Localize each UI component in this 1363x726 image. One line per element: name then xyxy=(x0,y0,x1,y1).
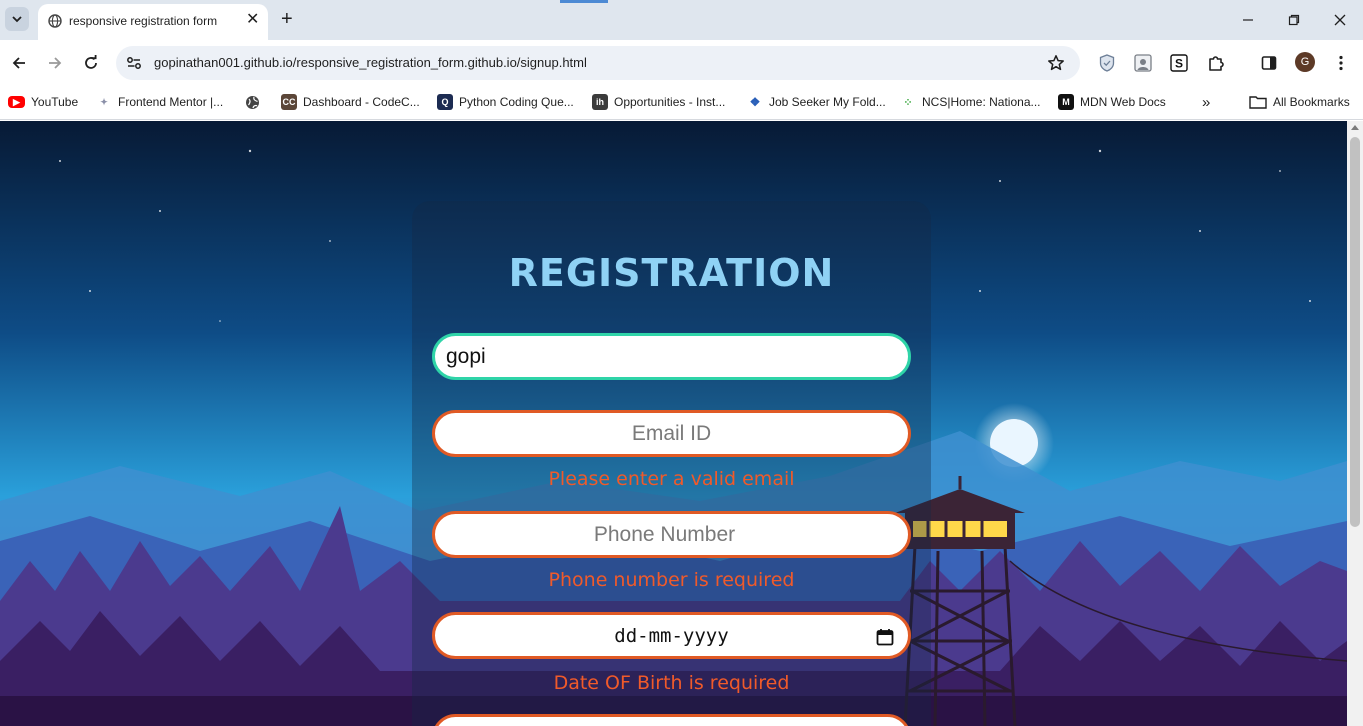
bookmark-label: YouTube xyxy=(31,95,79,109)
new-tab-button[interactable]: + xyxy=(281,8,293,30)
forward-button[interactable] xyxy=(43,51,67,75)
side-panel-icon xyxy=(1261,56,1277,70)
frontend-mentor-icon: ✦ xyxy=(100,96,108,107)
all-bookmarks-label: All Bookmarks xyxy=(1273,95,1350,109)
folder-icon xyxy=(1249,96,1267,109)
registration-heading: REGISTRATION xyxy=(508,251,835,295)
shield-icon xyxy=(1099,54,1115,72)
codechef-icon: CC xyxy=(281,94,297,110)
s-extension-icon: S xyxy=(1170,54,1188,72)
extension-shield-button[interactable] xyxy=(1096,52,1118,74)
date-placeholder: dd-mm-yyyy xyxy=(614,624,729,647)
mdn-icon: M xyxy=(1058,94,1074,110)
restore-button[interactable] xyxy=(1282,8,1306,32)
bookmarks-bar: ▶ YouTube ✦ Frontend Mentor |... CC Dash… xyxy=(0,86,1363,120)
bookmark-codechef[interactable]: CC Dashboard - CodeC... xyxy=(281,93,420,111)
bookmark-internshala[interactable]: ih Opportunities - Inst... xyxy=(592,93,725,111)
ncs-icon: ⁘ xyxy=(903,96,913,109)
arrow-left-icon xyxy=(12,57,25,69)
svg-text:S: S xyxy=(1175,57,1183,71)
active-tab[interactable]: responsive registration form ✕ xyxy=(38,4,268,40)
tab-title: responsive registration form xyxy=(69,14,218,28)
phone-input[interactable]: Phone Number xyxy=(432,511,911,558)
email-error-message: Please enter a valid email xyxy=(548,468,795,490)
scrollbar-thumb[interactable] xyxy=(1350,137,1360,527)
bookmark-label: Frontend Mentor |... xyxy=(118,95,224,109)
page-scrollbar[interactable] xyxy=(1347,121,1363,726)
internshala-icon: ih xyxy=(592,94,608,110)
tab-accent-line xyxy=(560,0,608,3)
bookmark-globe[interactable] xyxy=(245,93,260,111)
close-tab-icon[interactable]: ✕ xyxy=(246,11,259,29)
extension-s-button[interactable]: S xyxy=(1168,52,1190,74)
bookmark-frontend-mentor[interactable]: ✦ Frontend Mentor |... xyxy=(96,93,223,111)
scroll-up-arrow-icon[interactable] xyxy=(1351,125,1359,130)
date-of-birth-input[interactable]: dd-mm-yyyy xyxy=(432,612,911,659)
email-input[interactable]: Email ID xyxy=(432,410,911,457)
bookmark-mdn[interactable]: M MDN Web Docs xyxy=(1058,93,1166,111)
python-coding-icon: Q xyxy=(437,94,453,110)
name-input[interactable]: gopi xyxy=(432,333,911,380)
side-panel-button[interactable] xyxy=(1258,52,1280,74)
browser-toolbar: gopinathan001.github.io/responsive_regis… xyxy=(0,40,1363,86)
bookmark-job-seeker[interactable]: ❖ Job Seeker My Fold... xyxy=(747,93,886,111)
reload-icon xyxy=(85,55,97,69)
extension-photo-button[interactable] xyxy=(1132,52,1154,74)
arrow-right-icon xyxy=(49,57,62,69)
minimize-icon xyxy=(1243,19,1253,21)
phone-error-message: Phone number is required xyxy=(548,569,795,591)
job-seeker-icon: ❖ xyxy=(749,95,761,109)
close-window-button[interactable] xyxy=(1328,8,1352,32)
chevron-down-icon xyxy=(12,16,22,23)
bookmark-star-icon[interactable] xyxy=(1047,54,1065,72)
restore-icon xyxy=(1288,14,1300,26)
youtube-icon: ▶ xyxy=(8,96,25,108)
url-text[interactable]: gopinathan001.github.io/responsive_regis… xyxy=(154,55,587,70)
globe-icon xyxy=(48,14,62,28)
bookmark-ncs[interactable]: ⁘ NCS|Home: Nationa... xyxy=(900,93,1041,111)
bookmark-label: Opportunities - Inst... xyxy=(614,95,726,109)
bookmark-label: Python Coding Que... xyxy=(459,95,574,109)
page-viewport: REGISTRATION gopi Email ID Please enter … xyxy=(0,121,1347,726)
bookmark-youtube[interactable]: ▶ YouTube xyxy=(8,93,78,111)
registration-card: REGISTRATION gopi Email ID Please enter … xyxy=(412,201,931,726)
browser-menu-button[interactable] xyxy=(1330,52,1352,74)
globe-icon xyxy=(246,95,259,109)
more-bookmarks-chevron-icon[interactable]: » xyxy=(1202,93,1210,111)
all-bookmarks-button[interactable]: All Bookmarks xyxy=(1249,93,1350,111)
tab-search-button[interactable] xyxy=(5,7,29,31)
bookmark-label: MDN Web Docs xyxy=(1080,95,1166,109)
photo-extension-icon xyxy=(1134,54,1152,72)
reload-button[interactable] xyxy=(79,51,103,75)
bookmark-label: Dashboard - CodeC... xyxy=(303,95,420,109)
bookmark-label: Job Seeker My Fold... xyxy=(769,95,886,109)
extensions-button[interactable] xyxy=(1205,52,1227,74)
calendar-icon[interactable] xyxy=(876,628,894,646)
tab-strip: responsive registration form ✕ + xyxy=(0,0,1363,40)
address-bar[interactable]: gopinathan001.github.io/responsive_regis… xyxy=(116,46,1080,80)
back-button[interactable] xyxy=(7,51,31,75)
bookmark-label: NCS|Home: Nationa... xyxy=(922,95,1041,109)
bookmark-python-coding[interactable]: Q Python Coding Que... xyxy=(437,93,574,111)
kebab-menu-icon xyxy=(1339,55,1343,71)
profile-avatar[interactable]: G xyxy=(1295,52,1315,72)
dob-error-message: Date OF Birth is required xyxy=(553,672,790,694)
close-icon xyxy=(1334,14,1346,26)
puzzle-icon xyxy=(1209,56,1224,71)
minimize-button[interactable] xyxy=(1236,8,1260,32)
site-settings-icon[interactable] xyxy=(126,55,142,71)
next-input-partial[interactable] xyxy=(432,714,911,726)
